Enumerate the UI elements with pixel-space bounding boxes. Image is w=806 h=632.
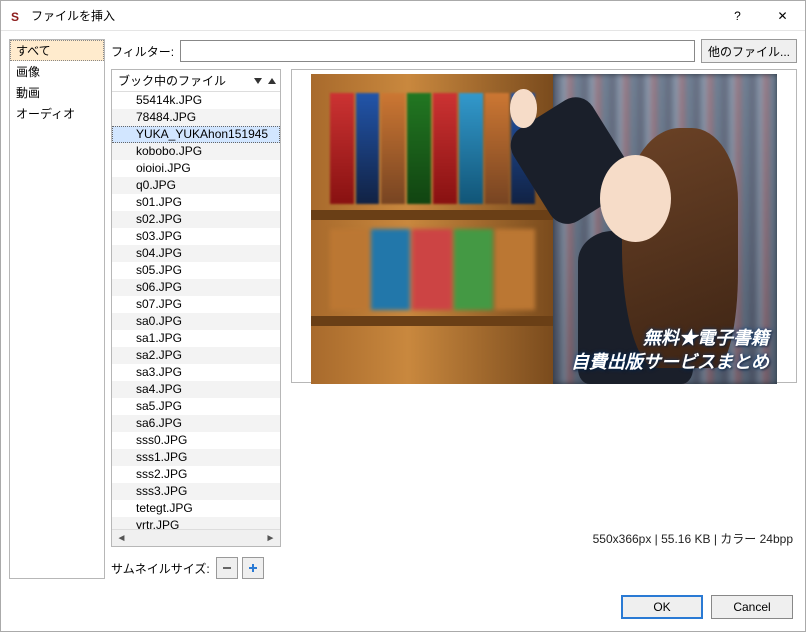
file-item[interactable]: oioioi.JPG bbox=[112, 160, 280, 177]
file-item[interactable]: sss1.JPG bbox=[112, 449, 280, 466]
file-item[interactable]: sa0.JPG bbox=[112, 313, 280, 330]
filter-label: フィルター: bbox=[111, 43, 174, 60]
help-button[interactable]: ? bbox=[715, 1, 760, 30]
preview-image: 無料★電子書籍 自費出版サービスまとめ bbox=[311, 74, 777, 384]
thumbnail-size-row: サムネイルサイズ: bbox=[111, 557, 797, 579]
close-button[interactable]: ✕ bbox=[760, 1, 805, 30]
dialog-footer: OK Cancel bbox=[1, 587, 805, 631]
preview-pane: 無料★電子書籍 自費出版サービスまとめ bbox=[291, 69, 797, 383]
sidebar-item-0[interactable]: すべて bbox=[10, 40, 104, 61]
file-item[interactable]: sa4.JPG bbox=[112, 381, 280, 398]
file-item[interactable]: s05.JPG bbox=[112, 262, 280, 279]
file-item[interactable]: sss3.JPG bbox=[112, 483, 280, 500]
file-item[interactable]: sa1.JPG bbox=[112, 330, 280, 347]
dialog-body: すべて画像動画オーディオ フィルター: 他のファイル... ブック中のファイル bbox=[1, 31, 805, 587]
horizontal-scrollbar[interactable]: ◄ ► bbox=[112, 529, 280, 546]
cancel-button[interactable]: Cancel bbox=[711, 595, 793, 619]
file-item[interactable]: sa5.JPG bbox=[112, 398, 280, 415]
file-item[interactable]: s02.JPG bbox=[112, 211, 280, 228]
sort-desc-icon[interactable] bbox=[254, 78, 262, 84]
status-text: 550x366px | 55.16 KB | カラー 24bpp bbox=[291, 530, 797, 547]
svg-text:S: S bbox=[11, 10, 19, 24]
category-sidebar: すべて画像動画オーディオ bbox=[9, 39, 105, 579]
sidebar-item-2[interactable]: 動画 bbox=[10, 82, 104, 103]
thumb-larger-button[interactable] bbox=[242, 557, 264, 579]
file-item[interactable]: sa3.JPG bbox=[112, 364, 280, 381]
file-item[interactable]: sa6.JPG bbox=[112, 415, 280, 432]
file-item[interactable]: q0.JPG bbox=[112, 177, 280, 194]
app-icon: S bbox=[9, 8, 25, 24]
filter-row: フィルター: 他のファイル... bbox=[111, 39, 797, 63]
thumbnail-size-label: サムネイルサイズ: bbox=[111, 560, 210, 577]
scroll-left-icon[interactable]: ◄ bbox=[114, 531, 129, 546]
preview-overlay-text: 無料★電子書籍 自費出版サービスまとめ bbox=[571, 327, 769, 374]
thumb-smaller-button[interactable] bbox=[216, 557, 238, 579]
sort-asc-icon[interactable] bbox=[268, 78, 276, 84]
file-item[interactable]: s06.JPG bbox=[112, 279, 280, 296]
file-item[interactable]: YUKA_YUKAhon151945 bbox=[112, 126, 280, 143]
scroll-right-icon[interactable]: ► bbox=[263, 531, 278, 546]
file-item[interactable]: 55414k.JPG bbox=[112, 92, 280, 109]
file-item[interactable]: kobobo.JPG bbox=[112, 143, 280, 160]
file-item[interactable]: s01.JPG bbox=[112, 194, 280, 211]
content-row: ブック中のファイル 55414k.JPG78484.JPGYUKA_YUKAho… bbox=[111, 69, 797, 547]
titlebar: S ファイルを挿入 ? ✕ bbox=[1, 1, 805, 31]
dialog-window: S ファイルを挿入 ? ✕ すべて画像動画オーディオ フィルター: 他のファイル… bbox=[0, 0, 806, 632]
main-panel: フィルター: 他のファイル... ブック中のファイル 55414k.JPG784… bbox=[111, 39, 797, 579]
filter-input[interactable] bbox=[180, 40, 695, 62]
other-files-button[interactable]: 他のファイル... bbox=[701, 39, 797, 63]
file-item[interactable]: yrtr.JPG bbox=[112, 517, 280, 529]
file-panel: ブック中のファイル 55414k.JPG78484.JPGYUKA_YUKAho… bbox=[111, 69, 281, 547]
file-panel-header: ブック中のファイル bbox=[112, 70, 280, 92]
sidebar-item-1[interactable]: 画像 bbox=[10, 61, 104, 82]
file-item[interactable]: sss0.JPG bbox=[112, 432, 280, 449]
ok-button[interactable]: OK bbox=[621, 595, 703, 619]
file-item[interactable]: sss2.JPG bbox=[112, 466, 280, 483]
window-title: ファイルを挿入 bbox=[31, 7, 715, 24]
sidebar-item-3[interactable]: オーディオ bbox=[10, 103, 104, 124]
sort-arrows bbox=[254, 78, 276, 84]
file-item[interactable]: sa2.JPG bbox=[112, 347, 280, 364]
file-item[interactable]: s03.JPG bbox=[112, 228, 280, 245]
file-item[interactable]: s07.JPG bbox=[112, 296, 280, 313]
preview-column: 無料★電子書籍 自費出版サービスまとめ 550x366px | 55.16 KB… bbox=[291, 69, 797, 547]
file-item[interactable]: s04.JPG bbox=[112, 245, 280, 262]
file-panel-title: ブック中のファイル bbox=[118, 72, 226, 89]
file-item[interactable]: 78484.JPG bbox=[112, 109, 280, 126]
file-item[interactable]: tetegt.JPG bbox=[112, 500, 280, 517]
file-list[interactable]: 55414k.JPG78484.JPGYUKA_YUKAhon151945kob… bbox=[112, 92, 280, 529]
